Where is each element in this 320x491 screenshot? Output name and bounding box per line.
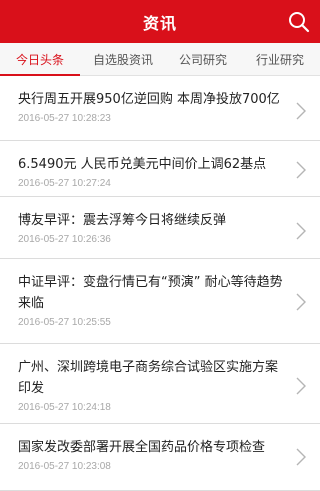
tab-label: 公司研究 (178, 52, 227, 67)
news-headline: 博友早评：震去浮筹今日将继续反弹 (18, 213, 227, 228)
app-header: 资讯 (0, 0, 320, 43)
chevron-right-icon (296, 222, 306, 240)
tab-label: 今日头条 (15, 52, 64, 67)
news-list: 央行周五开展950亿逆回购 本周净投放700亿 2016-05-27 10:28… (0, 76, 320, 491)
tab-label: 行业研究 (255, 52, 304, 67)
chevron-right-icon (296, 102, 306, 120)
search-icon[interactable] (288, 11, 310, 33)
news-item[interactable]: 中证早评：变盘行情已有“预演” 耐心等待趋势来临 2016-05-27 10:2… (0, 259, 320, 344)
news-timestamp: 2016-05-27 10:26:36 (18, 234, 111, 245)
news-timestamp: 2016-05-27 10:23:08 (18, 461, 111, 472)
page-title: 资讯 (142, 13, 177, 33)
tab-bar: 今日头条 自选股资讯 公司研究 行业研究 (0, 43, 320, 76)
news-item[interactable]: 广州、深圳跨境电子商务综合试验区实施方案印发 2016-05-27 10:24:… (0, 344, 320, 424)
tab-watchlist-news[interactable]: 自选股资讯 (80, 43, 166, 75)
news-headline: 国家发改委部署开展全国药品价格专项检查 (18, 440, 266, 455)
chevron-right-icon (296, 448, 306, 466)
news-headline: 中证早评：变盘行情已有“预演” 耐心等待趋势来临 (18, 275, 283, 311)
chevron-right-icon (296, 293, 306, 311)
news-timestamp: 2016-05-27 10:28:23 (18, 113, 111, 124)
news-headline: 6.5490元 人民币兑美元中间价上调62基点 (18, 157, 267, 172)
news-item[interactable]: 央行周五开展950亿逆回购 本周净投放700亿 2016-05-27 10:28… (0, 76, 320, 141)
chevron-right-icon (296, 161, 306, 179)
news-item[interactable]: 6.5490元 人民币兑美元中间价上调62基点 2016-05-27 10:27… (0, 141, 320, 197)
news-item[interactable]: 国家发改委部署开展全国药品价格专项检查 2016-05-27 10:23:08 (0, 424, 320, 491)
chevron-right-icon (296, 377, 306, 395)
tab-today-headlines[interactable]: 今日头条 (0, 43, 80, 76)
tab-industry-research[interactable]: 行业研究 (240, 43, 320, 75)
news-item[interactable]: 博友早评：震去浮筹今日将继续反弹 2016-05-27 10:26:36 (0, 197, 320, 259)
tab-label: 自选股资讯 (92, 52, 153, 67)
tab-company-research[interactable]: 公司研究 (166, 43, 240, 75)
news-timestamp: 2016-05-27 10:24:18 (18, 402, 111, 413)
news-headline: 央行周五开展950亿逆回购 本周净投放700亿 (18, 92, 280, 107)
news-timestamp: 2016-05-27 10:27:24 (18, 178, 111, 189)
news-timestamp: 2016-05-27 10:25:55 (18, 317, 111, 328)
news-headline: 广州、深圳跨境电子商务综合试验区实施方案印发 (18, 360, 279, 396)
